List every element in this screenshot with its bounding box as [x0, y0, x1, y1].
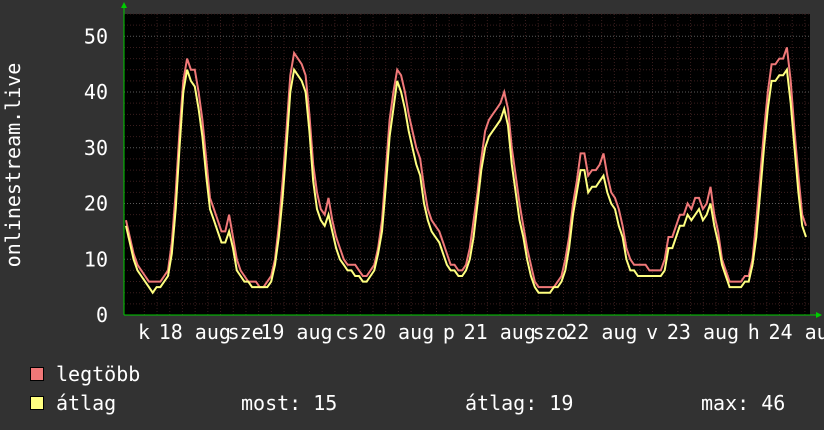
- stat-now-label: most:: [241, 391, 302, 415]
- stat-avg-value: 19: [549, 391, 574, 415]
- legend-item-legtobb: legtöbb: [30, 362, 140, 386]
- stat-now: most: 15: [241, 391, 337, 415]
- y-tick-label: 20: [84, 192, 108, 216]
- stat-max: max: 46: [701, 391, 785, 415]
- legend-swatch-atlag: [30, 396, 44, 410]
- x-tick-label: 22 aug: [565, 320, 637, 344]
- x-tick-label: 19 aug: [260, 320, 332, 344]
- y-axis-arrow: [121, 2, 127, 8]
- x-tick-label: 24 aug: [768, 320, 824, 344]
- y-tick-label: 40: [84, 80, 108, 104]
- x-tick-label: k: [138, 320, 150, 344]
- y-tick-label: 0: [96, 303, 108, 327]
- x-tick-label: cs: [335, 320, 359, 344]
- y-axis-label: onlinestream.live: [1, 63, 25, 268]
- x-tick-label: 18 aug: [159, 320, 231, 344]
- x-axis-arrow: [816, 312, 822, 318]
- legend-item-atlag: átlag: [30, 391, 116, 415]
- x-tick-label: 20 aug: [362, 320, 434, 344]
- stat-now-value: 15: [313, 391, 338, 415]
- legend-label-legtobb: legtöbb: [56, 362, 141, 386]
- x-tick-label: szo: [532, 320, 568, 344]
- stat-max-value: 46: [761, 391, 786, 415]
- x-tick-label: 21 aug: [464, 320, 536, 344]
- x-tick-label: v: [646, 320, 658, 344]
- x-tick-label: h: [748, 320, 760, 344]
- legend-label-atlag: átlag: [56, 391, 117, 415]
- stat-max-label: max:: [701, 391, 750, 415]
- stat-avg-label: átlag:: [465, 391, 538, 415]
- x-tick-label: sze: [228, 320, 264, 344]
- y-tick-label: 10: [84, 247, 108, 271]
- stat-avg: átlag: 19: [465, 391, 573, 415]
- y-tick-label: 50: [84, 24, 108, 48]
- y-tick-label: 30: [84, 136, 108, 160]
- x-tick-label: p: [443, 320, 455, 344]
- legend-swatch-legtobb: [30, 367, 44, 381]
- x-tick-label: 23 aug: [667, 320, 739, 344]
